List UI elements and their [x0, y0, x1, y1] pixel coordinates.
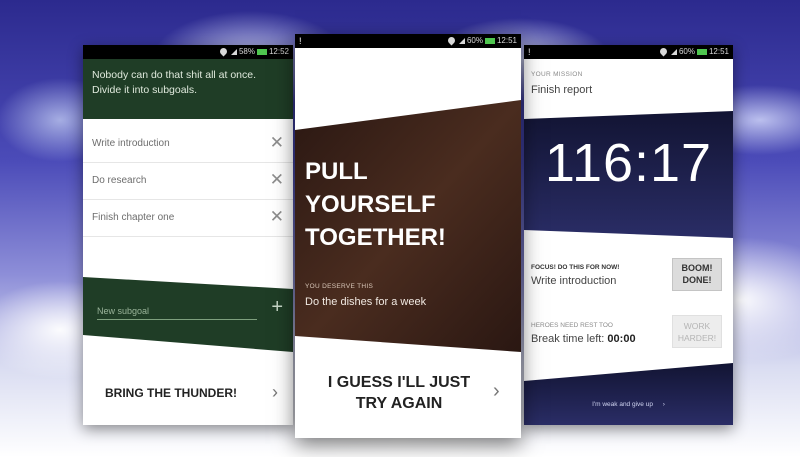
give-up-label: I'm weak and give up: [592, 401, 653, 408]
boom-done-line: BOOM!: [681, 263, 713, 273]
battery-percent: 60%: [678, 47, 695, 56]
rest-label: HEROES NEED REST TOO: [531, 322, 613, 329]
subgoal-label: Finish chapter one: [92, 212, 175, 223]
headline-line: YOURSELF: [305, 191, 436, 218]
alert-icon: !: [299, 36, 302, 46]
wifi-icon: [446, 35, 457, 46]
status-time: 12:51: [496, 36, 517, 45]
timer-panel: [524, 111, 733, 425]
headline-line: TOGETHER!: [305, 224, 446, 251]
reward-label: YOU DESERVE THIS: [305, 283, 374, 290]
try-again-button[interactable]: I GUESS I'LL JUST TRY AGAIN: [309, 372, 489, 414]
try-again-line: TRY AGAIN: [355, 395, 443, 412]
status-bar: ! 60% 12:51: [524, 45, 733, 59]
signal-icon: [458, 37, 465, 44]
phone-mission-timer-screen: ! 60% 12:51 YOUR MISSION Finish report 11…: [524, 45, 733, 425]
mission-label: YOUR MISSION: [531, 71, 583, 78]
status-bar: 58% 12:52: [83, 45, 293, 59]
break-value: 00:00: [607, 333, 636, 345]
phone-pull-yourself-together-screen: ! 60% 12:51 PULL YOURSELF TOGETHER! YOU D…: [295, 34, 521, 438]
boom-done-button[interactable]: BOOM! DONE!: [672, 258, 722, 291]
chevron-right-icon: ›: [493, 380, 500, 402]
battery-icon: [696, 48, 707, 55]
battery-icon: [484, 37, 495, 44]
wifi-icon: [218, 46, 229, 57]
headline: PULL YOURSELF TOGETHER!: [305, 155, 515, 254]
break-prefix: Break time left:: [531, 333, 605, 345]
signal-icon: [670, 48, 677, 55]
status-bar: ! 60% 12:51: [295, 34, 521, 48]
new-subgoal-input[interactable]: New subgoal: [97, 306, 257, 320]
try-again-line: I GUESS I'LL JUST: [327, 374, 471, 391]
subgoal-label: Do research: [92, 175, 147, 186]
break-time: Break time left: 00:00: [531, 333, 636, 345]
battery-percent: 60%: [466, 36, 483, 45]
remove-subgoal-icon[interactable]: ✕: [270, 171, 284, 189]
phone-subgoals-screen: 58% 12:52 Nobody can do that shit all at …: [83, 45, 293, 425]
headline-line: PULL: [305, 158, 368, 185]
subgoal-row[interactable]: Do research ✕: [83, 163, 293, 200]
status-time: 12:51: [708, 47, 729, 56]
signal-icon: [230, 48, 237, 55]
add-subgoal-icon[interactable]: +: [271, 297, 283, 317]
wifi-icon: [658, 46, 669, 57]
work-harder-button[interactable]: WORK HARDER!: [672, 315, 722, 348]
bring-the-thunder-button[interactable]: BRING THE THUNDER!: [105, 386, 237, 400]
work-harder-line: HARDER!: [677, 333, 717, 343]
work-harder-line: WORK: [683, 321, 711, 331]
subgoal-label: Write introduction: [92, 138, 170, 149]
focus-label: FOCUS! DO THIS FOR NOW!: [531, 264, 620, 271]
chevron-right-icon: ›: [662, 401, 665, 408]
subgoal-row[interactable]: Finish chapter one ✕: [83, 200, 293, 237]
focus-task: Write introduction: [531, 275, 617, 287]
status-time: 12:52: [268, 47, 289, 56]
subgoal-row[interactable]: Write introduction ✕: [83, 126, 293, 163]
battery-icon: [256, 48, 267, 55]
chevron-right-icon: ›: [272, 382, 278, 402]
reward-text: Do the dishes for a week: [305, 296, 427, 308]
alert-icon: !: [528, 47, 531, 57]
intro-text: Nobody can do that shit all at once. Div…: [92, 69, 257, 96]
give-up-link[interactable]: I'm weak and give up ›: [524, 401, 733, 408]
countdown-timer: 116:17: [544, 133, 713, 193]
mission-text: Finish report: [531, 84, 593, 96]
battery-percent: 58%: [238, 47, 255, 56]
remove-subgoal-icon[interactable]: ✕: [270, 208, 284, 226]
remove-subgoal-icon[interactable]: ✕: [270, 134, 284, 152]
boom-done-line: DONE!: [682, 275, 712, 285]
